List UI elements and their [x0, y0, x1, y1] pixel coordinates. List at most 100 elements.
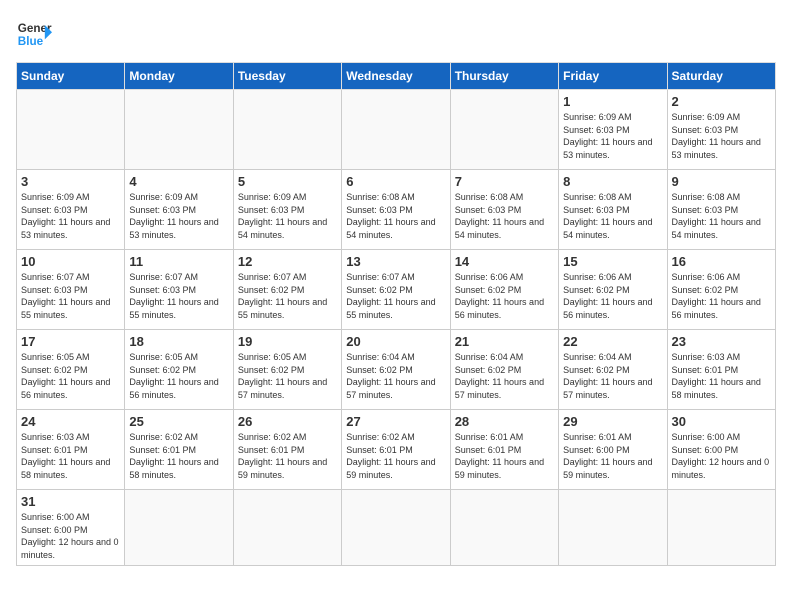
calendar-cell: 19 Sunrise: 6:05 AM Sunset: 6:02 PM Dayli…: [233, 330, 341, 410]
day-number: 19: [238, 334, 337, 349]
day-info: Sunrise: 6:00 AM Sunset: 6:00 PM Dayligh…: [672, 431, 771, 481]
weekday-header-friday: Friday: [559, 63, 667, 90]
calendar-cell: 17 Sunrise: 6:05 AM Sunset: 6:02 PM Dayli…: [17, 330, 125, 410]
calendar-week-row: 10 Sunrise: 6:07 AM Sunset: 6:03 PM Dayli…: [17, 250, 776, 330]
day-info: Sunrise: 6:01 AM Sunset: 6:01 PM Dayligh…: [455, 431, 554, 481]
calendar-cell: 8 Sunrise: 6:08 AM Sunset: 6:03 PM Daylig…: [559, 170, 667, 250]
day-info: Sunrise: 6:08 AM Sunset: 6:03 PM Dayligh…: [346, 191, 445, 241]
day-info: Sunrise: 6:07 AM Sunset: 6:03 PM Dayligh…: [129, 271, 228, 321]
day-number: 13: [346, 254, 445, 269]
day-number: 9: [672, 174, 771, 189]
day-info: Sunrise: 6:09 AM Sunset: 6:03 PM Dayligh…: [672, 111, 771, 161]
calendar-cell: 7 Sunrise: 6:08 AM Sunset: 6:03 PM Daylig…: [450, 170, 558, 250]
calendar-cell: 22 Sunrise: 6:04 AM Sunset: 6:02 PM Dayli…: [559, 330, 667, 410]
day-number: 22: [563, 334, 662, 349]
day-info: Sunrise: 6:02 AM Sunset: 6:01 PM Dayligh…: [238, 431, 337, 481]
day-number: 17: [21, 334, 120, 349]
day-number: 30: [672, 414, 771, 429]
day-info: Sunrise: 6:02 AM Sunset: 6:01 PM Dayligh…: [346, 431, 445, 481]
day-number: 24: [21, 414, 120, 429]
calendar-cell: [559, 490, 667, 566]
calendar-cell: 29 Sunrise: 6:01 AM Sunset: 6:00 PM Dayli…: [559, 410, 667, 490]
day-info: Sunrise: 6:08 AM Sunset: 6:03 PM Dayligh…: [455, 191, 554, 241]
calendar-cell: 9Sunrise: 6:08 AM Sunset: 6:03 PM Daylig…: [667, 170, 775, 250]
calendar-cell: [342, 490, 450, 566]
weekday-header-thursday: Thursday: [450, 63, 558, 90]
day-info: Sunrise: 6:01 AM Sunset: 6:00 PM Dayligh…: [563, 431, 662, 481]
day-number: 28: [455, 414, 554, 429]
day-info: Sunrise: 6:04 AM Sunset: 6:02 PM Dayligh…: [455, 351, 554, 401]
calendar-cell: 16Sunrise: 6:06 AM Sunset: 6:02 PM Dayli…: [667, 250, 775, 330]
day-info: Sunrise: 6:04 AM Sunset: 6:02 PM Dayligh…: [563, 351, 662, 401]
day-number: 15: [563, 254, 662, 269]
day-number: 23: [672, 334, 771, 349]
calendar-cell: 1 Sunrise: 6:09 AM Sunset: 6:03 PM Daylig…: [559, 90, 667, 170]
calendar-cell: 12Sunrise: 6:07 AM Sunset: 6:02 PM Dayli…: [233, 250, 341, 330]
day-number: 20: [346, 334, 445, 349]
calendar-cell: 20Sunrise: 6:04 AM Sunset: 6:02 PM Dayli…: [342, 330, 450, 410]
calendar-cell: 10 Sunrise: 6:07 AM Sunset: 6:03 PM Dayli…: [17, 250, 125, 330]
day-number: 3: [21, 174, 120, 189]
day-number: 29: [563, 414, 662, 429]
day-info: Sunrise: 6:09 AM Sunset: 6:03 PM Dayligh…: [21, 191, 120, 241]
calendar-cell: 11Sunrise: 6:07 AM Sunset: 6:03 PM Dayli…: [125, 250, 233, 330]
calendar-cell: 30 Sunrise: 6:00 AM Sunset: 6:00 PM Dayli…: [667, 410, 775, 490]
calendar-cell: 5 Sunrise: 6:09 AM Sunset: 6:03 PM Daylig…: [233, 170, 341, 250]
calendar-cell: [450, 90, 558, 170]
day-info: Sunrise: 6:05 AM Sunset: 6:02 PM Dayligh…: [238, 351, 337, 401]
day-number: 26: [238, 414, 337, 429]
weekday-header-monday: Monday: [125, 63, 233, 90]
calendar-cell: 14Sunrise: 6:06 AM Sunset: 6:02 PM Dayli…: [450, 250, 558, 330]
day-info: Sunrise: 6:09 AM Sunset: 6:03 PM Dayligh…: [238, 191, 337, 241]
day-number: 8: [563, 174, 662, 189]
calendar-cell: 27 Sunrise: 6:02 AM Sunset: 6:01 PM Dayli…: [342, 410, 450, 490]
calendar-cell: 25 Sunrise: 6:02 AM Sunset: 6:01 PM Dayli…: [125, 410, 233, 490]
day-number: 25: [129, 414, 228, 429]
calendar-week-row: 17 Sunrise: 6:05 AM Sunset: 6:02 PM Dayli…: [17, 330, 776, 410]
day-info: Sunrise: 6:03 AM Sunset: 6:01 PM Dayligh…: [21, 431, 120, 481]
calendar-cell: 15 Sunrise: 6:06 AM Sunset: 6:02 PM Dayli…: [559, 250, 667, 330]
calendar-cell: 6 Sunrise: 6:08 AM Sunset: 6:03 PM Daylig…: [342, 170, 450, 250]
day-number: 5: [238, 174, 337, 189]
calendar-week-row: 1 Sunrise: 6:09 AM Sunset: 6:03 PM Daylig…: [17, 90, 776, 170]
svg-text:Blue: Blue: [18, 35, 44, 48]
calendar-week-row: 24 Sunrise: 6:03 AM Sunset: 6:01 PM Dayli…: [17, 410, 776, 490]
calendar-cell: 3 Sunrise: 6:09 AM Sunset: 6:03 PM Daylig…: [17, 170, 125, 250]
day-number: 14: [455, 254, 554, 269]
day-info: Sunrise: 6:06 AM Sunset: 6:02 PM Dayligh…: [672, 271, 771, 321]
day-number: 27: [346, 414, 445, 429]
calendar-cell: 23Sunrise: 6:03 AM Sunset: 6:01 PM Dayli…: [667, 330, 775, 410]
day-info: Sunrise: 6:06 AM Sunset: 6:02 PM Dayligh…: [563, 271, 662, 321]
logo: General Blue: [16, 16, 52, 52]
day-number: 6: [346, 174, 445, 189]
weekday-header-saturday: Saturday: [667, 63, 775, 90]
calendar-cell: 31 Sunrise: 6:00 AM Sunset: 6:00 PM Dayli…: [17, 490, 125, 566]
day-info: Sunrise: 6:07 AM Sunset: 6:02 PM Dayligh…: [346, 271, 445, 321]
day-number: 31: [21, 494, 120, 509]
calendar-cell: [342, 90, 450, 170]
day-number: 1: [563, 94, 662, 109]
calendar-week-row: 3 Sunrise: 6:09 AM Sunset: 6:03 PM Daylig…: [17, 170, 776, 250]
weekday-header-wednesday: Wednesday: [342, 63, 450, 90]
day-info: Sunrise: 6:07 AM Sunset: 6:03 PM Dayligh…: [21, 271, 120, 321]
weekday-header-row: SundayMondayTuesdayWednesdayThursdayFrid…: [17, 63, 776, 90]
calendar-cell: 13 Sunrise: 6:07 AM Sunset: 6:02 PM Dayli…: [342, 250, 450, 330]
day-number: 7: [455, 174, 554, 189]
calendar-week-row: 31 Sunrise: 6:00 AM Sunset: 6:00 PM Dayli…: [17, 490, 776, 566]
calendar-cell: [17, 90, 125, 170]
day-info: Sunrise: 6:09 AM Sunset: 6:03 PM Dayligh…: [563, 111, 662, 161]
day-info: Sunrise: 6:08 AM Sunset: 6:03 PM Dayligh…: [563, 191, 662, 241]
day-info: Sunrise: 6:02 AM Sunset: 6:01 PM Dayligh…: [129, 431, 228, 481]
day-number: 2: [672, 94, 771, 109]
day-number: 10: [21, 254, 120, 269]
calendar-cell: 26 Sunrise: 6:02 AM Sunset: 6:01 PM Dayli…: [233, 410, 341, 490]
day-info: Sunrise: 6:05 AM Sunset: 6:02 PM Dayligh…: [21, 351, 120, 401]
calendar-cell: 28 Sunrise: 6:01 AM Sunset: 6:01 PM Dayli…: [450, 410, 558, 490]
day-info: Sunrise: 6:00 AM Sunset: 6:00 PM Dayligh…: [21, 511, 120, 561]
calendar-cell: 4Sunrise: 6:09 AM Sunset: 6:03 PM Daylig…: [125, 170, 233, 250]
day-info: Sunrise: 6:09 AM Sunset: 6:03 PM Dayligh…: [129, 191, 228, 241]
calendar-cell: [450, 490, 558, 566]
calendar-cell: 24 Sunrise: 6:03 AM Sunset: 6:01 PM Dayli…: [17, 410, 125, 490]
logo-icon: General Blue: [16, 16, 52, 52]
day-number: 12: [238, 254, 337, 269]
